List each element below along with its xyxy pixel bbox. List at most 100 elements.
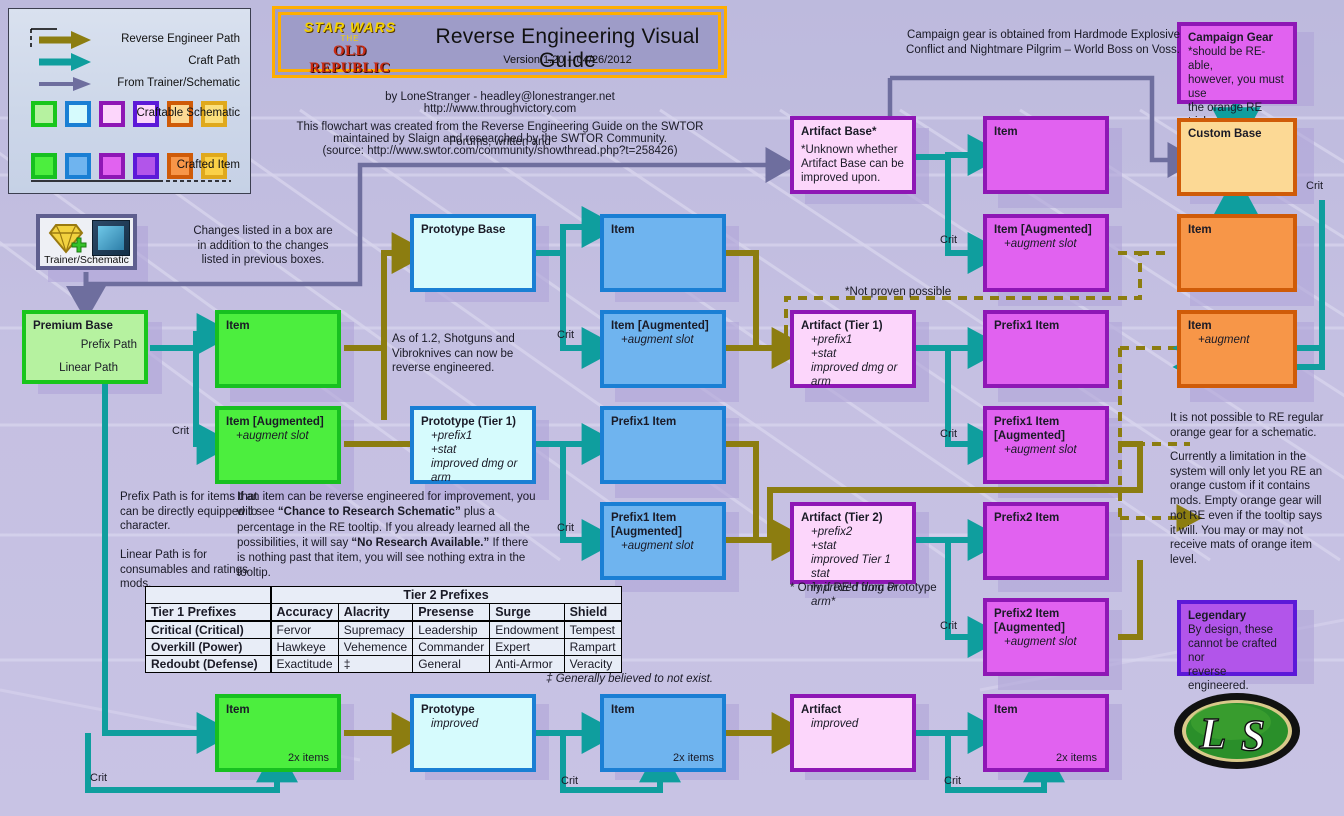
node-premium-base-title: Premium Base (33, 320, 113, 332)
title-banner: STAR WARS THE OLD REPUBLIC Reverse Engin… (272, 6, 727, 78)
lonestranger-logo: L S (1174, 693, 1300, 769)
table-tier1-header: Tier 1 Prefixes (145, 603, 271, 622)
node-orange-item-aug-title: Item (1188, 320, 1212, 332)
table-row-2-label: Redoubt (Defense) (145, 655, 272, 673)
swtor-logo: STAR WARS THE OLD REPUBLIC (291, 19, 409, 76)
node-artifact-base: Artifact Base* *Unknown whether Artifact… (790, 116, 916, 194)
node-blue-item-aug-sub: +augment slot (621, 334, 694, 347)
node-prototype-tier1: Prototype (Tier 1) +prefix1 +stat improv… (410, 406, 536, 484)
node-green-item-title: Item (226, 320, 250, 332)
node-linear-blue-foot: 2x items (673, 751, 714, 764)
table-cell-0-4: Tempest (563, 620, 622, 639)
node-purple-prefix1-item-augmented: Prefix1 Item [Augmented] +augment slot (983, 406, 1109, 484)
node-linear-purple-title: Item (994, 704, 1018, 716)
node-prototype-base: Prototype Base (410, 214, 536, 292)
crit-label-purple-3: Crit (940, 620, 958, 632)
node-purple-item-augmented: Item [Augmented] +augment slot (983, 214, 1109, 292)
node-artifact-t1-title: Artifact (Tier 1) (801, 320, 883, 332)
node-purple-prefix1-title: Prefix1 Item (994, 320, 1060, 332)
node-linear-prototype-sub: improved (431, 718, 479, 731)
swatch-blue-item (65, 153, 91, 179)
node-artifact-t1-l3: improved dmg or arm (811, 362, 898, 389)
banner-corner-tr (707, 12, 721, 26)
banner-corner-bl (278, 58, 292, 72)
node-linear-artifact-title: Artifact (801, 704, 842, 716)
node-orange-item-aug-sub: +augment (1198, 334, 1250, 347)
node-custom-base-title: Custom Base (1188, 128, 1262, 140)
node-purple-item-title: Item (994, 126, 1018, 138)
node-prototype-t1-l2: +stat (431, 444, 457, 457)
node-premium-base: Premium Base Prefix Path Linear Path (22, 310, 148, 384)
table-cell-2-2: General (412, 655, 491, 673)
node-artifact-base-title: Artifact Base* (801, 126, 877, 138)
note-changes-in-box: Changes listed in a box are in addition … (193, 225, 333, 267)
crit-label-orange: Crit (1306, 180, 1324, 192)
node-purple-prefix2-item: Prefix2 Item (983, 502, 1109, 580)
node-prototype-t1-l1: +prefix1 (431, 430, 473, 443)
legend-panel: Reverse Engineer Path Craft Path From Tr… (8, 8, 251, 194)
node-custom-base: Custom Base (1177, 118, 1297, 196)
node-purple-item: Item (983, 116, 1109, 194)
node-purple-prefix2-item-augmented: Prefix2 Item [Augmented] +augment slot (983, 598, 1109, 676)
legend-label-craftable-schematic: Craftable Schematic (136, 107, 240, 119)
swatch-purple-item (99, 153, 125, 179)
table-cell-2-0: Exactitude (270, 655, 339, 673)
table-cell-0-2: Leadership (412, 620, 491, 639)
crit-label-purple-2: Crit (940, 428, 958, 440)
node-blue-item-title: Item (611, 224, 635, 236)
node-purple-prefix2-aug-title: Prefix2 Item (994, 608, 1060, 620)
node-prototype-t1-title: Prototype (Tier 1) (421, 416, 516, 428)
credits-site: http://www.throughvictory.com (423, 103, 577, 115)
table-cell-0-0: Fervor (270, 620, 339, 639)
swtor-logo-line2: THE (340, 34, 360, 43)
banner-corner-tl (278, 12, 292, 26)
crit-label-linear-3: Crit (944, 775, 962, 787)
table-cell-2-1: ‡ (337, 655, 414, 673)
note-campaign-gear-source: Campaign gear is obtained from Hardmode … (906, 29, 1180, 56)
node-legendary: Legendary By design, these cannot be cra… (1177, 600, 1297, 692)
table-col-header-2: Presense (412, 603, 491, 622)
node-blue-item-augmented: Item [Augmented] +augment slot (600, 310, 726, 388)
node-prefix1-item-aug-title2: [Augmented] (611, 526, 682, 539)
node-purple-item-aug-sub: +augment slot (1004, 238, 1077, 251)
node-blue-item-aug-title: Item [Augmented] (611, 320, 709, 332)
table-cell-1-3: Expert (489, 638, 565, 656)
node-artifact-t2-title: Artifact (Tier 2) (801, 512, 883, 524)
node-purple-item-aug-title: Item [Augmented] (994, 224, 1092, 236)
note-not-proven-possible: *Not proven possible (845, 286, 952, 298)
plus-icon (71, 237, 87, 253)
node-green-item: Item (215, 310, 341, 388)
node-campaign-gear-title: Campaign Gear (1188, 32, 1273, 44)
node-purple-prefix1-aug-title2: [Augmented] (994, 430, 1065, 443)
node-linear-purple-item: Item 2x items (983, 694, 1109, 772)
table-row: Redoubt (Defense) Exactitude ‡ General A… (145, 655, 622, 673)
table-header-row-2: Tier 1 Prefixes Accuracy Alacrity Presen… (145, 603, 622, 622)
crit-label-linear-2: Crit (561, 775, 579, 787)
label-linear-path: Linear Path (59, 361, 118, 374)
table-header-row-1: Tier 2 Prefixes (145, 586, 622, 604)
table-cell-1-4: Rampart (563, 638, 622, 656)
swatch-green-schematic (31, 101, 57, 127)
diagram-canvas: Reverse Engineer Path Craft Path From Tr… (0, 0, 1344, 816)
swtor-logo-line1: STAR WARS (304, 19, 396, 35)
table-row-0-label: Critical (Critical) (145, 620, 272, 639)
node-artifact-base-body: *Unknown whether Artifact Base can be im… (801, 144, 904, 185)
table-cell-1-0: Hawkeye (270, 638, 339, 656)
note-only-if-re: * Only if RE'd from Prototype (790, 582, 937, 594)
table-row: Critical (Critical) Fervor Supremacy Lea… (145, 620, 622, 639)
note-re-tooltip-bold1: “Chance to Research Schematic” (277, 506, 461, 519)
label-prefix-path: Prefix Path (80, 339, 137, 351)
node-prefix1-item-aug-title: Prefix1 Item (611, 512, 677, 524)
node-linear-purple-foot: 2x items (1056, 751, 1097, 764)
arrow-craft-blue (530, 206, 621, 561)
node-purple-prefix2-aug-sub: +augment slot (1004, 636, 1077, 649)
table-cell-2-3: Anti-Armor (489, 655, 565, 673)
swtor-logo-line3: OLD REPUBLIC (309, 43, 391, 76)
node-linear-blue-item: Item 2x items (600, 694, 726, 772)
swatch-purple-schematic (99, 101, 125, 127)
svg-text:L: L (1199, 709, 1227, 758)
note-shotguns: As of 1.2, Shotguns and Vibroknives can … (392, 333, 515, 375)
schematic-book-icon (92, 220, 130, 256)
node-linear-prototype-title: Prototype (421, 704, 475, 716)
node-purple-prefix1-aug-sub: +augment slot (1004, 444, 1077, 457)
